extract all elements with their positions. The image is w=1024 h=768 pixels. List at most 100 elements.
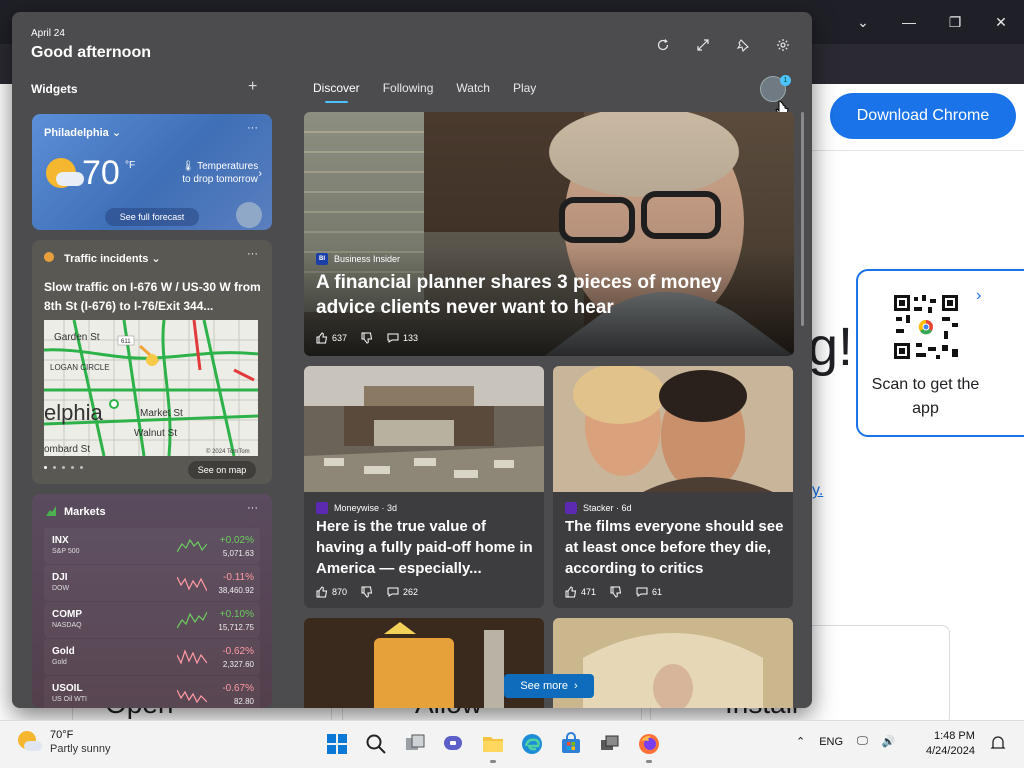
- traffic-widget[interactable]: Traffic incidents ⌄ ··· Slow traffic on …: [32, 240, 272, 484]
- virtual-machine-icon[interactable]: [595, 729, 625, 759]
- page-link-fragment[interactable]: y.: [812, 482, 823, 500]
- market-row[interactable]: INX S&P 500 +0.02% 5,071.63: [44, 528, 260, 564]
- comments-button[interactable]: 262: [387, 586, 418, 598]
- see-full-forecast-button[interactable]: See full forecast: [105, 208, 199, 226]
- market-row[interactable]: COMP NASDAQ +0.10% 15,712.75: [44, 602, 260, 638]
- thumbs-down-icon: [610, 586, 622, 598]
- comment-icon: [636, 587, 648, 597]
- news-card[interactable]: Moneywise · 3d Here is the true value of…: [304, 366, 544, 608]
- add-widget-plus-icon[interactable]: +: [248, 78, 257, 96]
- teams-chat-icon[interactable]: [439, 729, 469, 759]
- like-button[interactable]: 637: [316, 332, 347, 344]
- restore-icon[interactable]: ❐: [932, 14, 978, 31]
- qr-caption: Scan to get the app: [871, 376, 980, 417]
- refresh-icon[interactable]: [654, 36, 672, 54]
- traffic-map[interactable]: 611 Garden St LOGAN CIRCLE elphia Market…: [44, 320, 258, 456]
- like-button[interactable]: 870: [316, 586, 347, 598]
- traffic-title[interactable]: Traffic incidents ⌄: [64, 252, 161, 265]
- dislike-button[interactable]: [610, 586, 622, 598]
- tab-play[interactable]: Play: [513, 81, 536, 101]
- market-value: 5,071.63: [222, 549, 254, 558]
- market-change: -0.11%: [223, 572, 254, 583]
- tab-following[interactable]: Following: [383, 81, 434, 101]
- feed-scrollbar[interactable]: [801, 112, 804, 326]
- market-row[interactable]: Gold Gold -0.62% 2,327.60: [44, 639, 260, 675]
- edge-browser-icon[interactable]: [517, 729, 547, 759]
- comments-button[interactable]: 133: [387, 332, 418, 344]
- volume-icon[interactable]: 🔊: [882, 735, 896, 748]
- chevron-right-icon[interactable]: ›: [976, 287, 981, 305]
- close-icon[interactable]: ✕: [978, 14, 1024, 31]
- see-on-map-button[interactable]: See on map: [188, 461, 256, 479]
- taskbar-weather[interactable]: 70°F Partly sunny: [18, 729, 111, 755]
- weather-message[interactable]: 🌡 Temperatures to drop tomorrow: [178, 160, 262, 186]
- network-icon[interactable]: 🖵: [857, 735, 868, 748]
- market-symbol: COMP: [52, 609, 82, 620]
- tab-list-chevron-icon[interactable]: ⌄: [840, 14, 886, 31]
- map-label: Garden St: [54, 332, 100, 343]
- weather-city[interactable]: Philadelphia ⌄: [44, 126, 121, 139]
- market-symbol: USOIL: [52, 683, 83, 694]
- like-button[interactable]: 471: [565, 586, 596, 598]
- expand-icon[interactable]: [694, 36, 712, 54]
- news-headline[interactable]: Here is the true value of having a fully…: [316, 516, 536, 579]
- chevron-right-icon[interactable]: ›: [258, 168, 262, 180]
- hero-headline[interactable]: A financial planner shares 3 pieces of m…: [316, 270, 776, 320]
- sparkline-chart: [177, 611, 207, 629]
- weather-widget[interactable]: Philadelphia ⌄ ··· 70 °F 🌡 Temperatures …: [32, 114, 272, 230]
- search-icon[interactable]: [361, 729, 391, 759]
- firefox-icon[interactable]: [634, 729, 664, 763]
- map-label: ombard St: [44, 444, 90, 455]
- tab-discover[interactable]: Discover: [313, 81, 360, 103]
- microsoft-store-icon[interactable]: [556, 729, 586, 759]
- more-options-icon[interactable]: ···: [247, 122, 258, 134]
- carousel-dots[interactable]: [44, 466, 83, 469]
- clock[interactable]: 1:48 PM 4/24/2024: [926, 729, 975, 759]
- market-row[interactable]: DJI DOW -0.11% 38,460.92: [44, 565, 260, 601]
- feed-tabs: Discover Following Watch Play: [313, 81, 536, 103]
- show-hidden-icons-chevron-icon[interactable]: ⌃: [796, 735, 805, 748]
- hero-news-card[interactable]: BI Business Insider A financial planner …: [304, 112, 794, 356]
- file-explorer-icon[interactable]: [478, 729, 508, 763]
- chevron-down-icon: ⌄: [111, 127, 122, 139]
- thumbs-down-icon: [361, 332, 373, 344]
- download-chrome-button[interactable]: Download Chrome: [830, 93, 1016, 139]
- dislike-button[interactable]: [361, 586, 373, 598]
- market-value: 2,327.60: [222, 660, 254, 669]
- traffic-description[interactable]: Slow traffic on I-676 W / US-30 W from 8…: [44, 278, 266, 316]
- market-value: 38,460.92: [218, 586, 254, 595]
- business-insider-logo: BI: [316, 253, 328, 265]
- minimize-icon[interactable]: —: [886, 14, 932, 30]
- market-row[interactable]: USOIL US Oil WTI -0.67% 82.80: [44, 676, 260, 708]
- see-more-button[interactable]: See more ›: [504, 674, 594, 698]
- news-source[interactable]: Moneywise · 3d: [316, 502, 397, 514]
- settings-gear-icon[interactable]: [774, 36, 792, 54]
- dislike-button[interactable]: [361, 332, 373, 344]
- news-source[interactable]: BI Business Insider: [316, 253, 400, 265]
- pin-icon[interactable]: [734, 36, 752, 54]
- notification-bell-icon[interactable]: [990, 735, 1006, 756]
- news-card[interactable]: Stacker · 6d The films everyone should s…: [553, 366, 793, 608]
- news-headline[interactable]: The films everyone should see at least o…: [565, 516, 785, 579]
- markets-widget[interactable]: Markets ··· INX S&P 500 +0.02% 5,071.63 DJI D…: [32, 494, 272, 708]
- more-options-icon[interactable]: ···: [247, 248, 258, 260]
- markets-title: Markets: [64, 506, 106, 518]
- market-index-name: S&P 500: [52, 548, 80, 555]
- news-source[interactable]: Stacker · 6d: [565, 502, 632, 514]
- comments-button[interactable]: 61: [636, 586, 662, 598]
- widgets-title: Widgets: [31, 82, 78, 96]
- qr-card[interactable]: › Scan to get the app: [856, 269, 1024, 437]
- market-value: 15,712.75: [218, 623, 254, 632]
- start-button-windows-icon[interactable]: [322, 729, 352, 759]
- task-view-icon[interactable]: [400, 729, 430, 759]
- market-symbol: Gold: [52, 646, 75, 657]
- tab-watch[interactable]: Watch: [456, 81, 490, 101]
- more-options-icon[interactable]: ···: [247, 502, 258, 514]
- notification-badge: 1: [780, 75, 791, 86]
- weather-thumbnail: [236, 202, 262, 228]
- input-language[interactable]: ENG: [819, 736, 843, 748]
- chevron-down-icon: ⌄: [151, 253, 161, 265]
- sparkline-chart: [177, 689, 207, 704]
- widgets-panel: April 24 Good afternoon Widgets + Discov…: [12, 12, 812, 708]
- weather-temperature: 70: [82, 154, 120, 192]
